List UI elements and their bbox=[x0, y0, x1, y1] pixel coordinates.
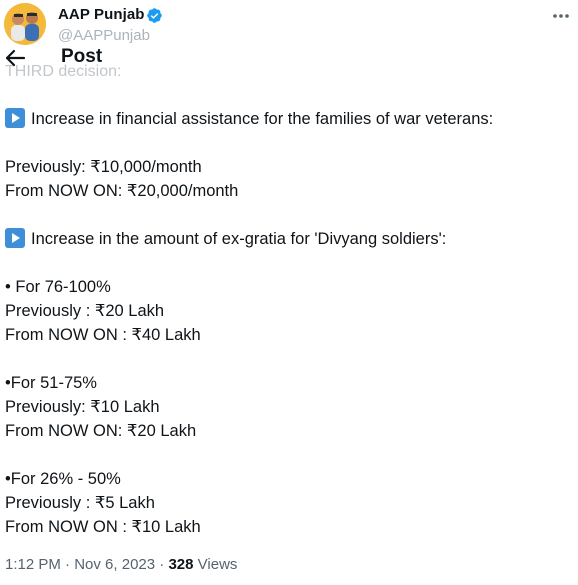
avatar[interactable] bbox=[4, 3, 46, 45]
post-line: From NOW ON : ₹10 Lakh bbox=[5, 518, 201, 536]
post-line: •For 51-75% bbox=[5, 374, 97, 392]
views-count: 328 bbox=[168, 556, 194, 573]
play-button-emoji-icon bbox=[5, 108, 25, 128]
play-button-emoji-icon bbox=[5, 228, 25, 248]
post-author-row: AAP Punjab @AAPPunjab bbox=[0, 0, 578, 50]
post-line: • For 76-100% bbox=[5, 278, 111, 296]
post-line: Previously: ₹10 Lakh bbox=[5, 398, 160, 416]
post-line: Previously : ₹5 Lakh bbox=[5, 494, 155, 512]
post-line-heading2: Increase in the amount of ex-gratia for … bbox=[5, 227, 575, 251]
post-line: •For 26% - 50% bbox=[5, 470, 121, 488]
post-line: From NOW ON: ₹20 Lakh bbox=[5, 422, 197, 440]
post-line: From NOW ON: ₹20,000/month bbox=[5, 182, 239, 200]
more-dots-icon[interactable] bbox=[550, 9, 572, 23]
avatar-image bbox=[4, 3, 46, 45]
author-handle[interactable]: @AAPPunjab bbox=[58, 27, 150, 44]
post-line: Previously : ₹20 Lakh bbox=[5, 302, 165, 320]
post-header-bar: Post bbox=[0, 44, 578, 72]
meta-separator: · bbox=[159, 556, 165, 573]
heading-text: Increase in financial assistance for the… bbox=[31, 110, 494, 128]
post-time[interactable]: 1:12 PM bbox=[5, 556, 61, 573]
author-display-name[interactable]: AAP Punjab bbox=[58, 6, 145, 23]
post-meta: 1:12 PM · Nov 6, 2023 · 328 Views bbox=[5, 556, 237, 573]
post-body: Increase in financial assistance for the… bbox=[5, 107, 575, 539]
back-arrow-icon[interactable] bbox=[4, 48, 26, 68]
post-line: Previously: ₹10,000/month bbox=[5, 158, 202, 176]
meta-separator: · bbox=[65, 556, 71, 573]
post-date[interactable]: Nov 6, 2023 bbox=[74, 556, 155, 573]
heading-text: Increase in the amount of ex-gratia for … bbox=[31, 230, 447, 248]
views-label: Views bbox=[197, 556, 238, 573]
post-line-heading1: Increase in financial assistance for the… bbox=[5, 107, 575, 131]
verified-badge-icon bbox=[146, 7, 163, 24]
post-line: From NOW ON : ₹40 Lakh bbox=[5, 326, 201, 344]
page-title: Post bbox=[61, 46, 103, 67]
